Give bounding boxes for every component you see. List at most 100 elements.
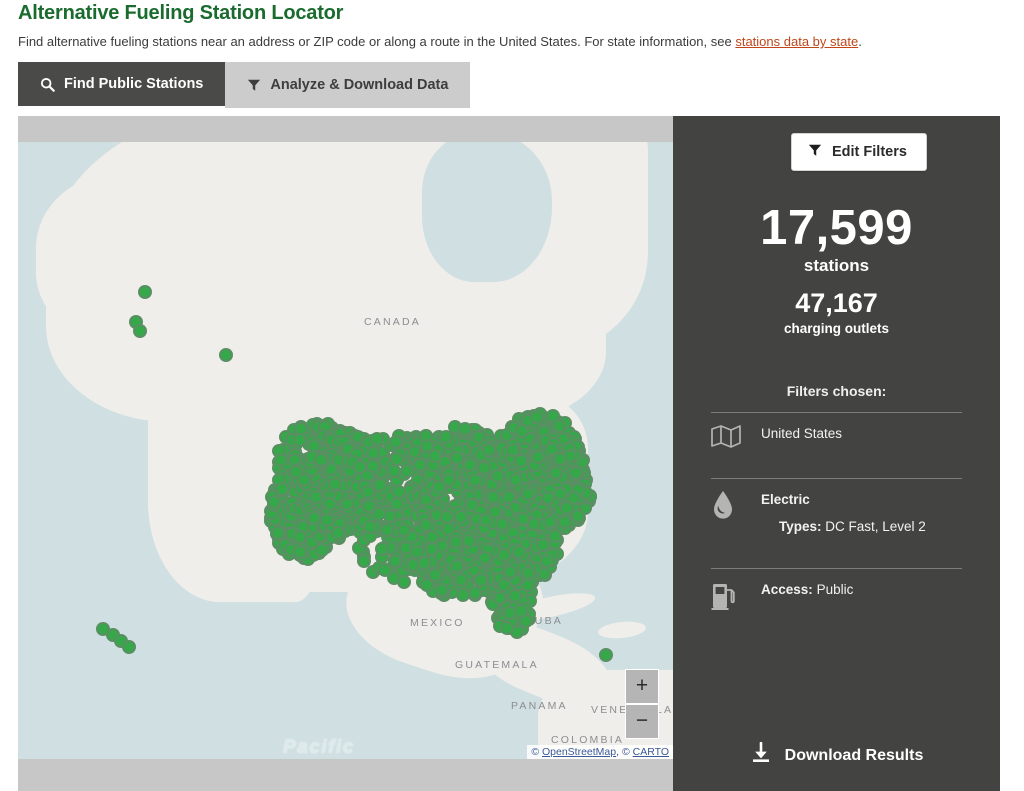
map-canvas[interactable]: CANADA MEXICO CUBA GUATEMALA PANAMA VENE… bbox=[18, 142, 673, 759]
station-marker[interactable] bbox=[412, 457, 427, 472]
station-marker[interactable] bbox=[514, 603, 529, 618]
station-marker[interactable] bbox=[388, 434, 403, 449]
station-marker[interactable] bbox=[133, 324, 147, 338]
page-subtitle-text-after: . bbox=[858, 34, 862, 49]
map-icon bbox=[711, 424, 745, 458]
openstreetmap-link[interactable]: OpenStreetMap bbox=[542, 746, 616, 758]
station-marker[interactable] bbox=[352, 459, 367, 474]
station-marker[interactable] bbox=[420, 438, 435, 453]
station-marker[interactable] bbox=[454, 509, 469, 524]
station-marker[interactable] bbox=[356, 554, 371, 569]
filter-fuel-types-value: DC Fast, Level 2 bbox=[825, 519, 926, 534]
station-marker[interactable] bbox=[396, 575, 411, 590]
station-marker[interactable] bbox=[340, 496, 355, 511]
station-marker[interactable] bbox=[499, 621, 514, 636]
station-marker[interactable] bbox=[275, 482, 289, 497]
filter-fuel-types-label: Types: bbox=[779, 519, 822, 534]
outlets-count: 47,167 bbox=[795, 288, 878, 318]
filter-location-value: United States bbox=[761, 426, 843, 441]
station-marker[interactable] bbox=[540, 490, 555, 505]
filter-fuel-value: Electric Types: DC Fast, Level 2 bbox=[761, 490, 962, 536]
page-subtitle: Find alternative fueling stations near a… bbox=[18, 33, 862, 50]
stations-data-by-state-link[interactable]: stations data by state bbox=[735, 34, 858, 49]
filter-divider bbox=[711, 478, 962, 479]
station-marker[interactable] bbox=[427, 567, 442, 582]
station-marker[interactable] bbox=[371, 507, 386, 522]
station-marker[interactable] bbox=[467, 586, 482, 601]
station-marker[interactable] bbox=[559, 501, 574, 516]
station-marker[interactable] bbox=[380, 522, 395, 537]
station-marker[interactable] bbox=[467, 473, 482, 488]
carto-link[interactable]: CARTO bbox=[633, 746, 669, 758]
map-container[interactable]: CANADA MEXICO CUBA GUATEMALA PANAMA VENE… bbox=[18, 116, 673, 791]
filter-icon bbox=[247, 78, 261, 92]
station-marker[interactable] bbox=[496, 577, 511, 592]
filter-row-fuel: Electric Types: DC Fast, Level 2 bbox=[711, 490, 962, 560]
station-marker[interactable] bbox=[319, 512, 334, 527]
station-marker[interactable] bbox=[307, 510, 322, 525]
download-results-button[interactable]: Download Results bbox=[673, 730, 1000, 781]
station-marker[interactable] bbox=[389, 496, 404, 511]
map-label: MEXICO bbox=[410, 617, 465, 629]
station-marker[interactable] bbox=[520, 486, 535, 501]
station-marker[interactable] bbox=[387, 463, 401, 478]
station-marker[interactable] bbox=[327, 477, 342, 492]
station-marker[interactable] bbox=[462, 458, 477, 473]
station-marker[interactable] bbox=[545, 441, 560, 456]
station-marker[interactable] bbox=[457, 422, 472, 437]
map-zoom-controls[interactable]: + − bbox=[625, 669, 659, 739]
filter-row-location: United States bbox=[711, 424, 962, 468]
gas-pump-icon bbox=[711, 580, 745, 614]
station-marker[interactable] bbox=[539, 554, 554, 569]
station-marker[interactable] bbox=[296, 472, 311, 487]
water-hudson-bay bbox=[422, 142, 552, 282]
station-marker[interactable] bbox=[375, 541, 390, 556]
station-marker[interactable] bbox=[292, 530, 307, 545]
ocean-label-line2: Ocean bbox=[283, 758, 355, 759]
outlets-label: charging outlets bbox=[783, 321, 889, 336]
station-marker[interactable] bbox=[529, 409, 544, 424]
zoom-in-button[interactable]: + bbox=[626, 670, 658, 703]
tab-bar: Find Public Stations Analyze & Download … bbox=[18, 62, 471, 108]
edit-filters-button[interactable]: Edit Filters bbox=[791, 133, 927, 171]
station-marker[interactable] bbox=[542, 515, 557, 530]
station-marker[interactable] bbox=[434, 583, 449, 598]
filter-fuel-types: Types: DC Fast, Level 2 bbox=[779, 517, 962, 536]
edit-filters-label: Edit Filters bbox=[832, 144, 907, 160]
station-marker[interactable] bbox=[477, 551, 492, 566]
filter-row-access: Access: Public bbox=[711, 580, 962, 630]
station-marker[interactable] bbox=[389, 451, 404, 466]
map-attribution: © OpenStreetMap, © CARTO bbox=[527, 745, 673, 759]
station-marker[interactable] bbox=[322, 496, 337, 511]
station-marker[interactable] bbox=[508, 472, 523, 487]
station-marker[interactable] bbox=[314, 543, 329, 558]
station-marker[interactable] bbox=[449, 559, 464, 574]
station-marker[interactable] bbox=[292, 545, 307, 560]
zoom-out-button[interactable]: − bbox=[626, 705, 658, 738]
station-marker[interactable] bbox=[266, 495, 281, 510]
station-marker[interactable] bbox=[548, 465, 563, 480]
station-marker[interactable] bbox=[514, 424, 529, 439]
station-marker[interactable] bbox=[122, 640, 136, 654]
station-marker[interactable] bbox=[424, 541, 439, 556]
page-subtitle-text-before: Find alternative fueling stations near a… bbox=[18, 34, 736, 49]
filter-divider bbox=[711, 412, 962, 413]
station-marker[interactable] bbox=[568, 466, 583, 481]
station-marker[interactable] bbox=[399, 540, 414, 555]
tab-find-public-stations[interactable]: Find Public Stations bbox=[18, 62, 226, 106]
station-marker[interactable] bbox=[219, 348, 233, 362]
fuel-drop-icon bbox=[711, 490, 745, 524]
download-results-label: Download Results bbox=[784, 746, 924, 764]
station-marker[interactable] bbox=[548, 528, 563, 543]
locator-panel: CANADA MEXICO CUBA GUATEMALA PANAMA VENE… bbox=[18, 116, 1000, 791]
station-marker[interactable] bbox=[485, 489, 500, 504]
station-marker[interactable] bbox=[377, 562, 392, 577]
station-marker[interactable] bbox=[599, 648, 613, 662]
station-marker[interactable] bbox=[138, 285, 152, 299]
stations-label: stations bbox=[803, 256, 870, 275]
tab-analyze-download-data[interactable]: Analyze & Download Data bbox=[225, 62, 471, 108]
station-marker[interactable] bbox=[441, 473, 456, 488]
station-marker[interactable] bbox=[478, 513, 493, 528]
tab-analyze-download-data-label: Analyze & Download Data bbox=[270, 77, 449, 93]
station-marker[interactable] bbox=[416, 556, 431, 571]
